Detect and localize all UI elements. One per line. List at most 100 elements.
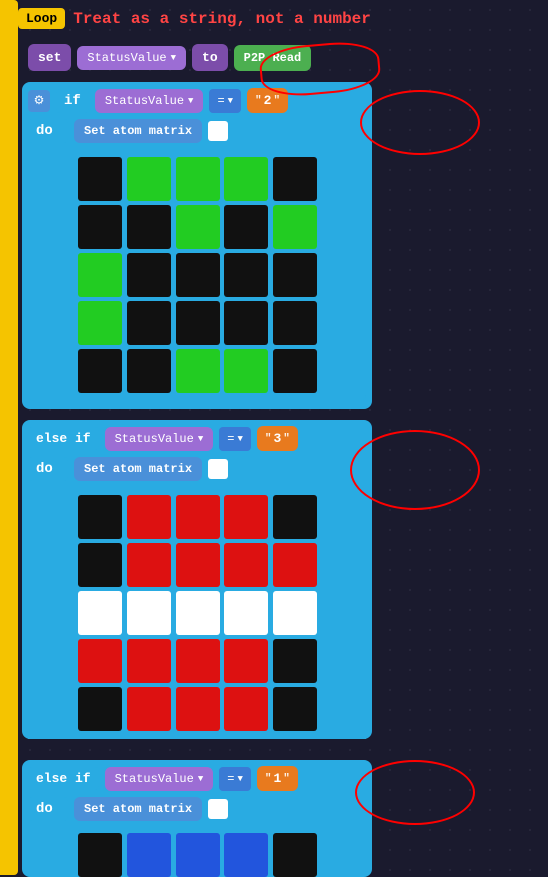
elseif3-statusvalue[interactable]: StatusValue ▼: [105, 767, 214, 791]
cell: [273, 495, 317, 539]
elseif3-label: else if: [28, 767, 99, 790]
cell: [127, 157, 171, 201]
matrix-grid-2: [78, 495, 318, 731]
cell: [176, 349, 220, 393]
cell: [224, 301, 268, 345]
cell: [224, 687, 268, 731]
elseif2-equals[interactable]: = ▼: [219, 427, 251, 451]
color-swatch-1[interactable]: [208, 121, 228, 141]
to-block: to: [192, 44, 228, 71]
elseif3-do-label: do: [28, 797, 68, 821]
cell: [176, 301, 220, 345]
set-row: set StatusValue ▼ to P2P Read: [28, 44, 311, 71]
cell: [224, 591, 268, 635]
set-atom-matrix-1[interactable]: Set atom matrix: [74, 119, 202, 143]
elseif3-do-row: do Set atom matrix: [28, 797, 366, 821]
dropdown-arrow-icon: ▼: [171, 53, 176, 63]
annotation-circle-4: [355, 760, 475, 825]
cell: [273, 301, 317, 345]
cell: [273, 591, 317, 635]
cell: [273, 543, 317, 587]
cell: [78, 687, 122, 731]
cell: [127, 591, 171, 635]
equals-dropdown-icon: ▼: [237, 774, 242, 784]
matrix-1: [28, 149, 366, 401]
gear-icon[interactable]: ⚙: [28, 90, 50, 112]
cell: [78, 205, 122, 249]
color-swatch-2[interactable]: [208, 459, 228, 479]
set-block[interactable]: set: [28, 44, 71, 71]
loop-title: Treat as a string, not a number: [73, 10, 371, 28]
equals-dropdown-icon: ▼: [228, 96, 233, 106]
left-bar: [0, 0, 18, 875]
cell: [273, 833, 317, 877]
cell: [127, 495, 171, 539]
cell: [127, 687, 171, 731]
if-row: ⚙ if StatusValue ▼ = ▼ " 2 ": [28, 88, 366, 113]
statusvalue-variable[interactable]: StatusValue ▼: [77, 46, 186, 70]
matrix-grid-3: [78, 833, 318, 877]
cell: [127, 833, 171, 877]
cell: [176, 205, 220, 249]
cell: [78, 639, 122, 683]
cell: [78, 833, 122, 877]
cell: [78, 301, 122, 345]
cell: [176, 833, 220, 877]
do-row: do Set atom matrix: [28, 119, 366, 143]
string-value-1[interactable]: " 1 ": [257, 766, 298, 791]
cell: [224, 495, 268, 539]
cell: [78, 591, 122, 635]
cell: [127, 639, 171, 683]
cell: [176, 157, 220, 201]
cell: [176, 639, 220, 683]
cell: [176, 687, 220, 731]
cell: [176, 253, 220, 297]
cell: [78, 543, 122, 587]
cell: [78, 157, 122, 201]
if-statusvalue-variable[interactable]: StatusValue ▼: [95, 89, 204, 113]
elseif2-statusvalue[interactable]: StatusValue ▼: [105, 427, 214, 451]
dropdown-arrow-icon: ▼: [198, 434, 203, 444]
matrix-3-partial: [28, 827, 366, 877]
elseif2-do-label: do: [28, 457, 68, 481]
cell: [127, 205, 171, 249]
cell: [78, 495, 122, 539]
matrix-grid-1: [78, 157, 318, 393]
cell: [127, 543, 171, 587]
cell: [273, 349, 317, 393]
string-value-2[interactable]: " 2 ": [247, 88, 288, 113]
annotation-circle-2: [360, 90, 480, 155]
cell: [176, 591, 220, 635]
cell: [224, 639, 268, 683]
set-atom-matrix-2[interactable]: Set atom matrix: [74, 457, 202, 481]
if-container: ⚙ if StatusValue ▼ = ▼ " 2 " do Set atom…: [22, 82, 372, 409]
elseif3-row: else if StatusValue ▼ = ▼ " 1 ": [28, 766, 366, 791]
cell: [224, 349, 268, 393]
cell: [273, 253, 317, 297]
equals-block[interactable]: = ▼: [209, 89, 241, 113]
cell: [224, 543, 268, 587]
cell: [78, 253, 122, 297]
cell: [224, 205, 268, 249]
cell: [273, 157, 317, 201]
if-label: if: [56, 89, 89, 113]
do-label: do: [28, 119, 68, 143]
dropdown-arrow-icon: ▼: [198, 774, 203, 784]
elseif2-label: else if: [28, 427, 99, 450]
cell: [127, 253, 171, 297]
set-atom-matrix-3[interactable]: Set atom matrix: [74, 797, 202, 821]
equals-dropdown-icon: ▼: [237, 434, 242, 444]
p2p-read-block[interactable]: P2P Read: [234, 45, 312, 71]
cell: [224, 253, 268, 297]
cell: [78, 349, 122, 393]
cell: [127, 349, 171, 393]
elseif3-equals[interactable]: = ▼: [219, 767, 251, 791]
cell: [224, 833, 268, 877]
matrix-2: [28, 487, 366, 739]
elseif2-row: else if StatusValue ▼ = ▼ " 3 ": [28, 426, 366, 451]
cell: [224, 157, 268, 201]
cell: [127, 301, 171, 345]
cell: [176, 495, 220, 539]
color-swatch-3[interactable]: [208, 799, 228, 819]
string-value-3[interactable]: " 3 ": [257, 426, 298, 451]
